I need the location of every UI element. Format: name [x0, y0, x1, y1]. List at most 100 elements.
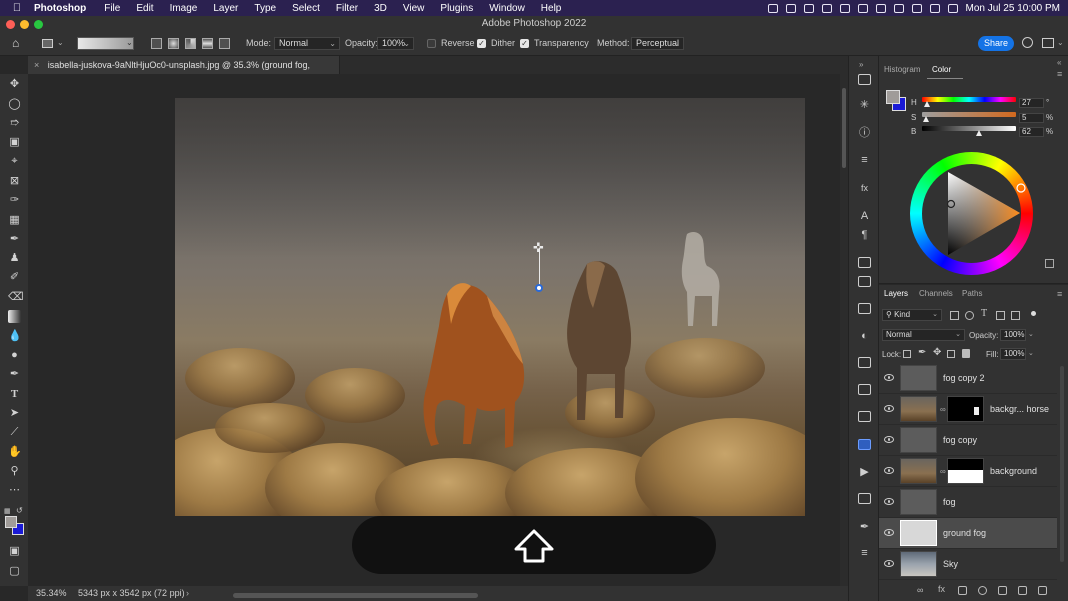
- brightness-value-field[interactable]: 62: [1019, 127, 1044, 137]
- menu-type[interactable]: Type: [254, 3, 276, 14]
- zoom-tool-icon[interactable]: ⚲: [8, 465, 21, 478]
- eye-icon[interactable]: [884, 529, 894, 536]
- reverse-checkbox[interactable]: [427, 39, 436, 48]
- battery-icon[interactable]: [911, 3, 922, 13]
- collapse-strip-icon[interactable]: »: [859, 60, 863, 69]
- filter-adjustment-icon[interactable]: [965, 311, 974, 320]
- layer-filter-dropdown[interactable]: ⚲ Kind ⌄: [882, 309, 942, 321]
- angle-gradient-icon[interactable]: [185, 38, 196, 49]
- lock-artboard-icon[interactable]: [947, 350, 955, 358]
- swatches-icon[interactable]: [858, 357, 871, 368]
- lasso-tool-icon[interactable]: ➱: [8, 117, 21, 130]
- gradient-endpoint-handle[interactable]: [535, 284, 543, 292]
- layers-panel-menu-icon[interactable]: ≡: [1057, 289, 1062, 299]
- dither-checkbox[interactable]: ✓: [477, 39, 486, 48]
- pen-tool-icon[interactable]: ✒: [8, 368, 21, 381]
- expand-color-panel-icon[interactable]: [1045, 259, 1054, 268]
- saturation-value-field[interactable]: 5: [1019, 113, 1044, 123]
- quick-mask-icon[interactable]: ▣: [8, 545, 21, 558]
- new-layer-icon[interactable]: [1018, 586, 1027, 595]
- add-layer-style-icon[interactable]: fx: [938, 584, 945, 594]
- color-panel-foreground-swatch[interactable]: [886, 90, 900, 104]
- filter-pixel-icon[interactable]: [950, 311, 959, 320]
- collapse-panels-icon[interactable]: «: [1057, 58, 1061, 67]
- add-mask-icon[interactable]: [958, 586, 967, 595]
- frame-tool-icon[interactable]: ⊠: [8, 175, 21, 188]
- notes-icon[interactable]: [858, 276, 871, 287]
- workspace-chevron-icon[interactable]: ⌄: [1057, 38, 1064, 47]
- menu-select[interactable]: Select: [292, 3, 320, 14]
- color-wheel[interactable]: [910, 152, 1033, 275]
- saturation-slider[interactable]: [922, 112, 1016, 117]
- transparency-checkbox[interactable]: ✓: [520, 39, 529, 48]
- layer-row-background-horse[interactable]: ∞ backgr... horse: [879, 394, 1057, 425]
- tool-presets-icon[interactable]: ≡: [858, 548, 871, 559]
- creative-cloud-icon[interactable]: [785, 3, 796, 13]
- glyphs-icon[interactable]: [858, 303, 871, 314]
- blend-mode-dropdown[interactable]: Normal ⌄: [882, 329, 965, 341]
- eye-icon[interactable]: [884, 405, 894, 412]
- saturation-slider-thumb[interactable]: [923, 116, 929, 122]
- channels-panel-icon[interactable]: [858, 439, 871, 450]
- menu-layer[interactable]: Layer: [213, 3, 238, 14]
- hue-slider[interactable]: [922, 97, 1016, 102]
- menu-help[interactable]: Help: [541, 3, 562, 14]
- link-layers-icon[interactable]: ∞: [917, 585, 923, 595]
- foreground-color-swatch[interactable]: [5, 516, 17, 528]
- home-icon[interactable]: ⌂: [12, 37, 26, 50]
- document-canvas-image[interactable]: ✜: [175, 98, 805, 516]
- layer-row-fog-copy-2[interactable]: fog copy 2: [879, 363, 1057, 394]
- clone-stamp-tool-icon[interactable]: ♟: [8, 252, 21, 265]
- patterns-icon[interactable]: [858, 384, 871, 395]
- screen-record-icon[interactable]: [767, 3, 778, 13]
- styles-icon[interactable]: fx: [858, 183, 871, 194]
- lock-all-icon[interactable]: [962, 349, 970, 358]
- tab-histogram[interactable]: Histogram: [884, 65, 920, 74]
- brush-tool-icon[interactable]: ✒: [8, 233, 21, 246]
- swap-colors-icon[interactable]: ↺: [16, 506, 23, 515]
- menu-plugins[interactable]: Plugins: [440, 3, 473, 14]
- method-dropdown[interactable]: Perceptual ⌄: [631, 37, 684, 50]
- dodge-tool-icon[interactable]: ●: [8, 349, 21, 362]
- layer-row-sky[interactable]: Sky: [879, 549, 1057, 580]
- share-button[interactable]: Share: [978, 36, 1014, 51]
- layer-row-background[interactable]: ∞ background: [879, 456, 1057, 487]
- object-selection-tool-icon[interactable]: ▣: [8, 136, 21, 149]
- layers-scrollbar[interactable]: [1060, 366, 1064, 562]
- panel-menu-icon[interactable]: ≡: [1057, 69, 1062, 79]
- layer-mask-thumbnail[interactable]: [947, 458, 984, 484]
- eye-icon[interactable]: [884, 560, 894, 567]
- layer-opacity-field[interactable]: 100%: [1000, 329, 1026, 341]
- menu-edit[interactable]: Edit: [136, 3, 153, 14]
- blur-tool-icon[interactable]: 💧: [8, 330, 22, 343]
- new-adjustment-layer-icon[interactable]: [978, 586, 987, 595]
- tab-channels[interactable]: Channels: [919, 289, 953, 298]
- reflected-gradient-icon[interactable]: [202, 38, 213, 49]
- actions-play-icon[interactable]: ▶: [858, 467, 871, 478]
- layer-row-ground-fog[interactable]: ground fog: [879, 518, 1057, 549]
- adjustments-icon[interactable]: ≡: [858, 155, 871, 166]
- more-tools-icon[interactable]: ⋯: [8, 484, 21, 497]
- layer-row-fog[interactable]: fog: [879, 487, 1057, 518]
- info-icon[interactable]: ⓘ: [858, 128, 871, 139]
- type-tool-icon[interactable]: T: [8, 388, 21, 401]
- chain-link-icon[interactable]: ∞: [940, 467, 946, 476]
- tab-color[interactable]: Color: [932, 65, 951, 74]
- bluetooth-icon[interactable]: [875, 3, 886, 13]
- hand-tool-icon[interactable]: ✋: [8, 446, 22, 459]
- menu-app-name[interactable]: Photoshop: [34, 3, 86, 14]
- zoom-window-button[interactable]: [34, 20, 43, 29]
- layer-mask-thumbnail[interactable]: [947, 396, 984, 422]
- eyedropper-tool-icon[interactable]: ✑: [8, 194, 21, 207]
- screen-mirror-icon[interactable]: [839, 3, 850, 13]
- filter-type-icon[interactable]: T: [981, 308, 987, 319]
- tool-preset-chevron-icon[interactable]: ⌄: [57, 38, 64, 47]
- status-chevron-icon[interactable]: ›: [186, 586, 189, 601]
- search-icon[interactable]: [929, 3, 940, 13]
- close-tab-icon[interactable]: ×: [34, 60, 39, 70]
- eye-icon[interactable]: [884, 498, 894, 505]
- hue-value-field[interactable]: 27: [1019, 98, 1044, 108]
- canvas-horizontal-scroll-thumb[interactable]: [233, 593, 478, 598]
- document-tab[interactable]: × isabella-juskova-9aNltHjuOc0-unsplash.…: [28, 56, 340, 88]
- apple-menu-icon[interactable]: : [6, 2, 28, 14]
